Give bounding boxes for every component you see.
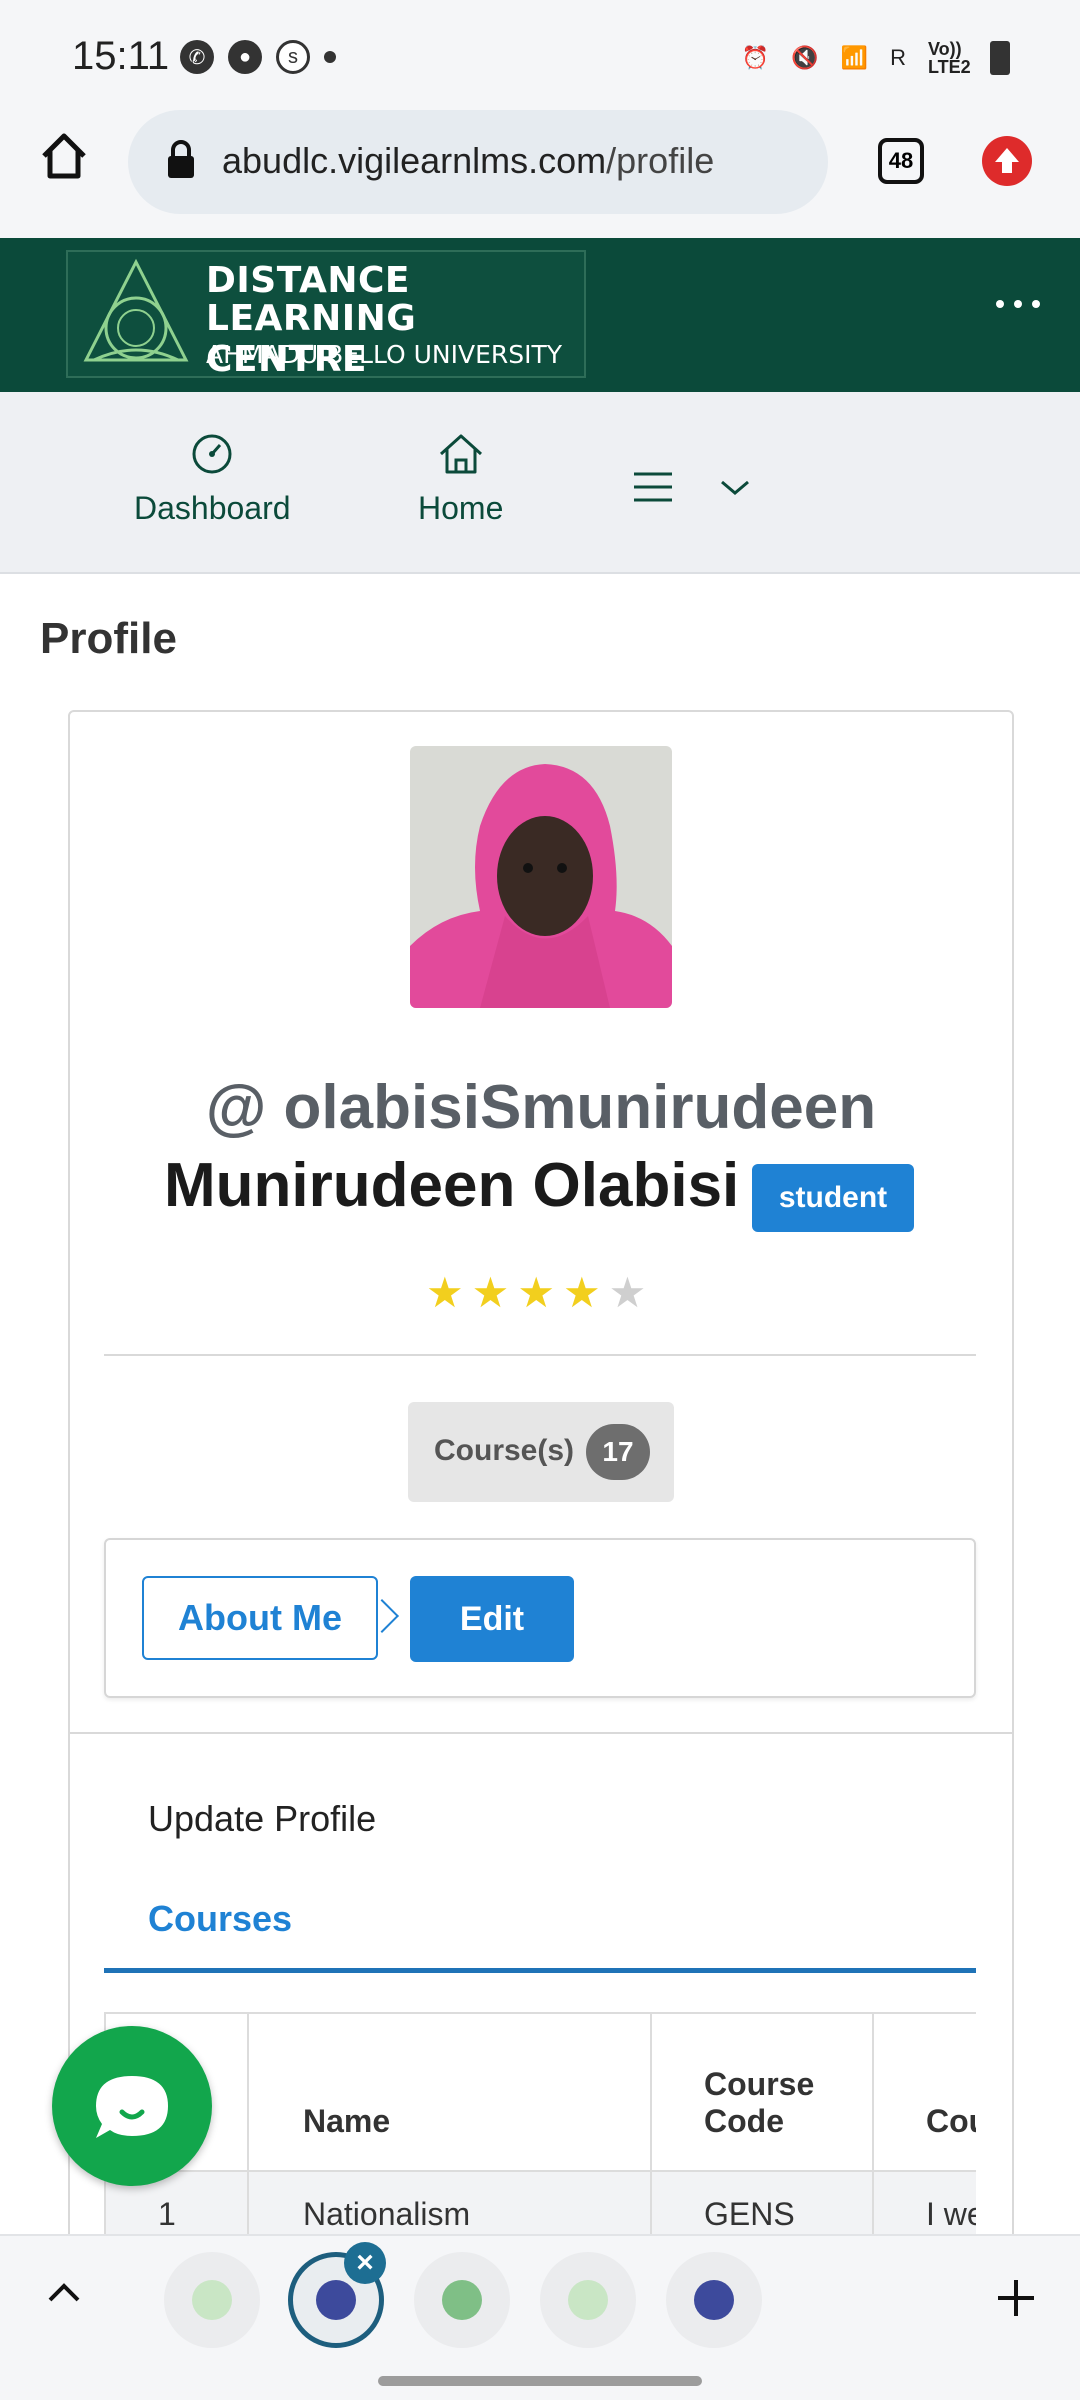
signal-text: Vo)) LTE2 — [928, 39, 971, 77]
phone-icon: ✆ — [180, 40, 214, 74]
star-filled-icon: ★ — [517, 1269, 555, 1316]
system-icons: ⏰ 🔇 📶 R Vo)) LTE2 — [742, 40, 1010, 76]
chat-bubble-icon — [96, 2076, 168, 2138]
site-header: DISTANCE LEARNING CENTRE AHMADU BELLO UN… — [0, 238, 1080, 392]
address-bar[interactable]: abudlc.vigilearnlms.com/profile — [128, 110, 828, 214]
close-tab-icon[interactable]: × — [344, 2242, 386, 2284]
url-text: abudlc.vigilearnlms.com/profile — [222, 140, 714, 182]
courses-table-container[interactable]: Name Course Code Cou 1 Nationalism GENS … — [104, 2012, 976, 2248]
home-outline-icon — [439, 434, 482, 474]
tab-switcher-button[interactable]: 48 — [878, 138, 924, 184]
notification-icons: ✆ ● s — [180, 40, 336, 74]
courses-table: Name Course Code Cou 1 Nationalism GENS … — [104, 2012, 976, 2248]
wifi-icon: 📶 — [840, 45, 869, 70]
table-header-row: Name Course Code Cou — [104, 2012, 976, 2172]
courses-count-badge[interactable]: Course(s) 17 — [408, 1402, 674, 1502]
nav-dashboard-label: Dashboard — [134, 490, 291, 526]
status-bar: 15:11 ✆ ● s ⏰ 🔇 📶 R Vo)) LTE2 — [0, 0, 1080, 110]
chevron-down-icon[interactable] — [718, 476, 752, 498]
nav-dashboard[interactable]: Dashboard — [134, 432, 291, 527]
edit-button[interactable]: Edit — [410, 1576, 574, 1662]
about-me-panel: About Me Edit — [104, 1538, 976, 1698]
avatar — [410, 746, 672, 1008]
battery-icon — [990, 41, 1010, 75]
courses-label: Course(s) — [434, 1434, 575, 1467]
star-empty-icon: ★ — [608, 1269, 647, 1316]
courses-tab-underline — [104, 1968, 976, 1973]
site-logo[interactable]: DISTANCE LEARNING CENTRE AHMADU BELLO UN… — [66, 250, 586, 380]
browser-tab-strip: × — [0, 2234, 1080, 2400]
chevron-up-icon[interactable] — [46, 2280, 82, 2304]
tab-thumbnail-5[interactable] — [666, 2252, 762, 2348]
alarm-icon: ⏰ — [741, 45, 770, 70]
column-header-name[interactable]: Name — [247, 2012, 652, 2172]
tab-thumbnail-1[interactable] — [164, 2252, 260, 2348]
role-badge: student — [752, 1164, 914, 1232]
logo-line-3: AHMADU BELLO UNIVERSITY — [206, 340, 563, 369]
chat-button[interactable] — [52, 2026, 212, 2186]
new-tab-plus-icon[interactable] — [996, 2278, 1036, 2318]
tab-thumbnail-4[interactable] — [540, 2252, 636, 2348]
divider — [70, 1732, 1012, 1734]
network-r-label: R — [890, 45, 906, 70]
account-icon: ● — [228, 40, 262, 74]
tab-thumbnail-3[interactable] — [414, 2252, 510, 2348]
profile-username: @ olabisiSmunirudeen — [205, 1073, 877, 1142]
home-icon[interactable] — [38, 130, 90, 182]
s-app-icon: s — [276, 40, 310, 74]
browser-toolbar: abudlc.vigilearnlms.com/profile 48 — [0, 110, 1080, 238]
divider — [104, 1354, 976, 1356]
mute-icon: 🔇 — [791, 45, 819, 70]
column-header-course[interactable]: Cou — [872, 2012, 976, 2172]
column-header-course-code[interactable]: Course Code — [650, 2012, 874, 2172]
about-me-button[interactable]: About Me — [142, 1576, 378, 1660]
more-notifications-icon — [324, 51, 336, 63]
main-nav: Dashboard Home — [0, 392, 1080, 574]
nav-home-label: Home — [418, 490, 504, 526]
star-filled-icon: ★ — [426, 1269, 464, 1316]
star-filled-icon: ★ — [471, 1269, 510, 1316]
page-title: Profile — [40, 614, 177, 663]
nav-home[interactable]: Home — [418, 432, 503, 527]
profile-card: @ olabisiSmunirudeen Munirudeen Olabisi … — [68, 710, 1014, 2250]
university-seal-icon — [83, 258, 189, 362]
gesture-handle — [378, 2376, 702, 2386]
main-content: Profile @ olabisiSmunirudeen Munirudeen … — [0, 574, 1080, 2250]
more-menu-icon[interactable] — [996, 300, 1040, 308]
courses-count: 17 — [586, 1424, 650, 1480]
star-filled-icon: ★ — [562, 1269, 601, 1316]
url-path: /profile — [606, 140, 715, 181]
update-icon[interactable] — [982, 136, 1032, 186]
lock-icon — [168, 140, 194, 178]
url-domain: abudlc.vigilearnlms.com — [222, 140, 607, 181]
profile-full-name: Munirudeen Olabisi — [164, 1151, 740, 1220]
hamburger-menu-icon[interactable] — [632, 470, 674, 504]
status-time: 15:11 — [72, 34, 170, 78]
update-profile-tab[interactable]: Update Profile — [148, 1798, 376, 1840]
logo-line-1: DISTANCE — [206, 260, 410, 301]
dashboard-gauge-icon — [192, 434, 232, 474]
rating-stars: ★ ★ ★ ★ ★ — [426, 1272, 646, 1314]
courses-tab[interactable]: Courses — [148, 1898, 292, 1940]
